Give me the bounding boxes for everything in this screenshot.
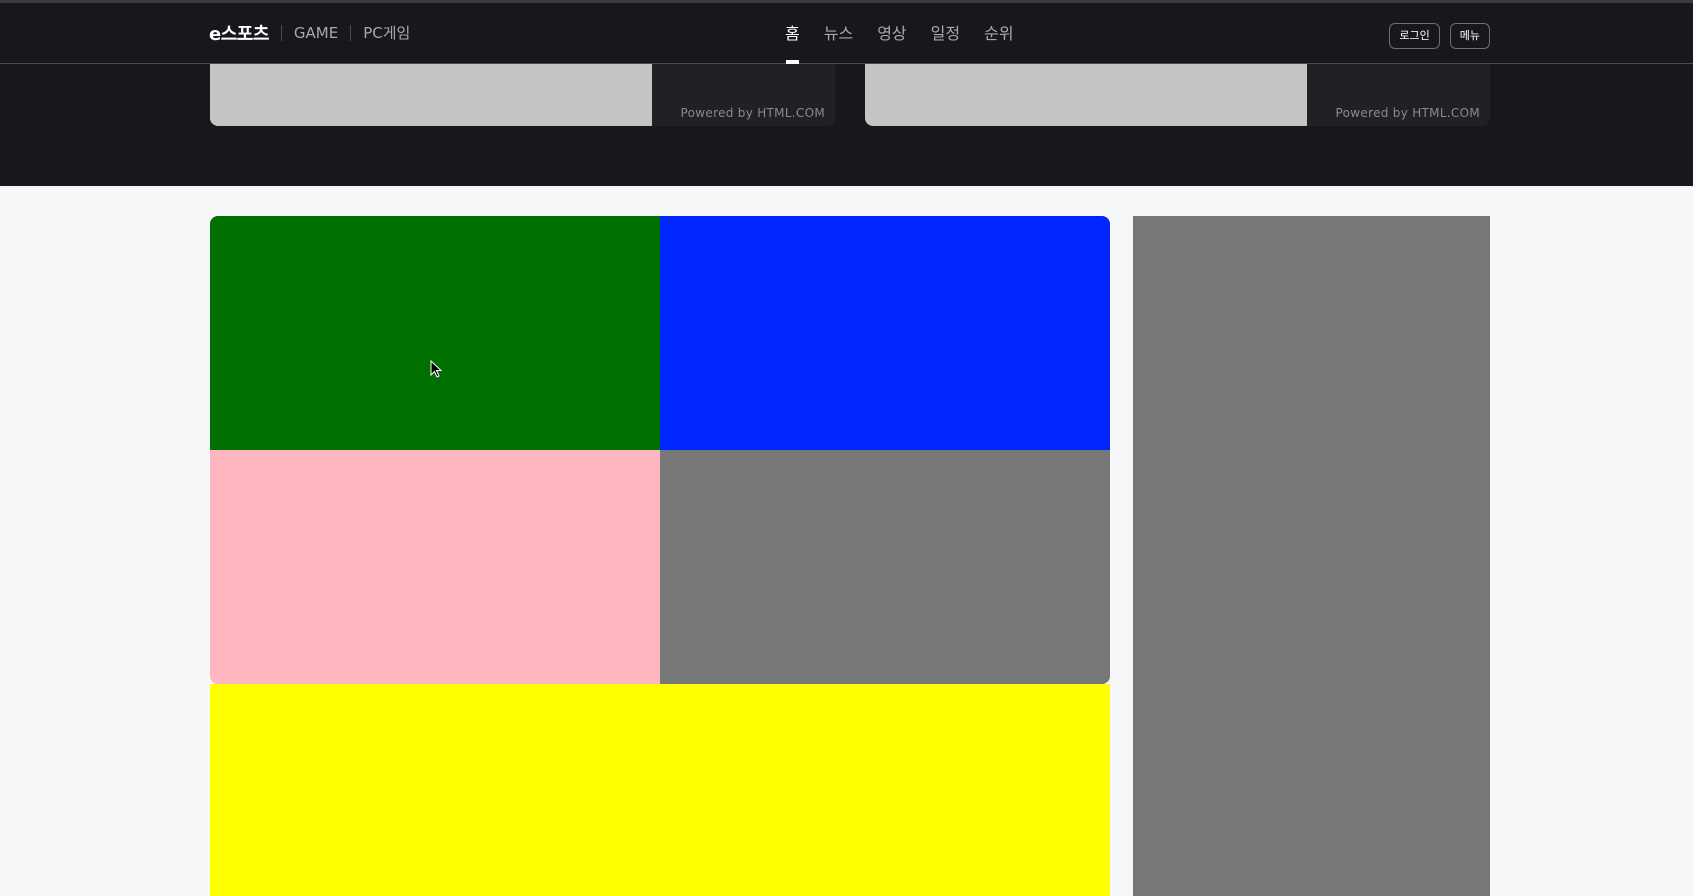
top-header: e스포츠 GAME PC게임 홈 뉴스 영상 일정 순위 로그인 메뉴 xyxy=(0,0,1693,64)
brand-link-game[interactable]: GAME xyxy=(280,25,338,41)
featured-tile-green[interactable] xyxy=(210,216,660,450)
nav-home[interactable]: 홈 xyxy=(785,20,800,64)
featured-grid xyxy=(210,216,1110,684)
sidebar-block-gray[interactable] xyxy=(1133,216,1490,896)
featured-tile-pink[interactable] xyxy=(210,450,660,684)
nav-news[interactable]: 뉴스 xyxy=(824,20,853,60)
nav-schedule[interactable]: 일정 xyxy=(931,20,960,60)
featured-tile-blue[interactable] xyxy=(660,216,1110,450)
login-button[interactable]: 로그인 xyxy=(1389,23,1440,49)
content-block-yellow[interactable] xyxy=(210,684,1110,896)
ad-card-right[interactable]: Powered by HTML.COM xyxy=(865,64,1490,126)
main-nav: 홈 뉴스 영상 일정 순위 xyxy=(785,20,1014,64)
ad-image-placeholder xyxy=(210,64,652,126)
brand-link-pcgame[interactable]: PC게임 xyxy=(350,25,410,41)
brand-logo[interactable]: e스포츠 xyxy=(209,20,269,46)
nav-ranking[interactable]: 순위 xyxy=(984,20,1013,60)
brand-group: e스포츠 GAME PC게임 xyxy=(209,20,410,46)
ad-image-placeholder xyxy=(865,64,1307,126)
ad-banner-strip: Powered by HTML.COM Powered by HTML.COM xyxy=(0,64,1693,186)
header-actions: 로그인 메뉴 xyxy=(1389,23,1490,49)
arrow-cursor-icon xyxy=(430,360,442,378)
ad-credit: Powered by HTML.COM xyxy=(680,106,825,120)
menu-button[interactable]: 메뉴 xyxy=(1449,23,1490,49)
nav-video[interactable]: 영상 xyxy=(877,20,906,60)
ad-credit: Powered by HTML.COM xyxy=(1335,106,1480,120)
ad-card-left[interactable]: Powered by HTML.COM xyxy=(210,64,835,126)
featured-tile-gray[interactable] xyxy=(660,450,1110,684)
